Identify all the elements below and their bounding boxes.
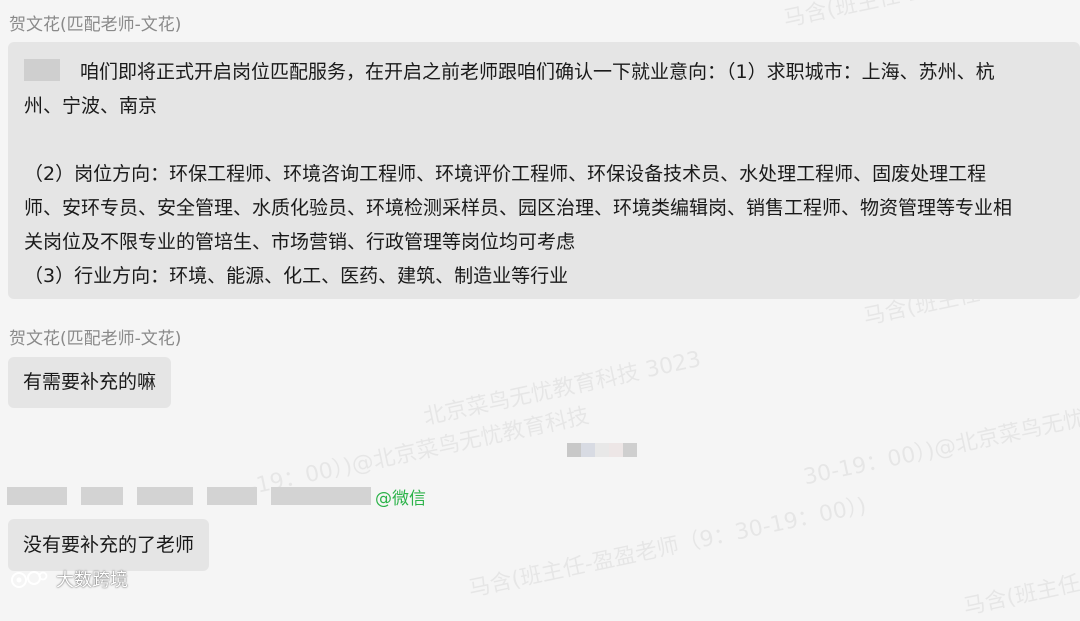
message-bubble[interactable]: 没有要补充的了老师 (8, 519, 210, 571)
message-line: （3）行业方向：环境、能源、化工、医药、建筑、制造业等行业 (24, 265, 569, 287)
source-logo: 大数跨境 (10, 566, 128, 592)
message-sender-name: 贺文花(匹配老师-文花) (9, 15, 182, 35)
redacted-timestamp (567, 443, 637, 457)
watermark: 30-19：00）)@北京菜鸟无忧教育科技 (801, 387, 1080, 491)
message-sender-row: @微信 (7, 485, 426, 509)
message-bubble[interactable]: 有需要补充的嘛 (8, 357, 172, 408)
message-line: 师、安环专员、安全管理、水质化验员、环境检测采样员、园区治理、环境类编辑岗、销售… (24, 197, 1013, 219)
redacted-sender-name (271, 487, 371, 505)
logo-text: 大数跨境 (56, 570, 128, 591)
watermark: 马含(班主任-盈盈老师（9：30-19：00）) (466, 493, 869, 603)
watermark: 马含(班主任-盈盈老师 (780, 0, 996, 33)
watermark: 北京菜鸟无忧教育科技 3023 (421, 347, 704, 431)
redacted-sender-name (207, 487, 257, 505)
redacted-sender-name (81, 487, 123, 505)
weibo-eye-icon (11, 571, 48, 588)
message-line: 州、宁波、南京 (24, 95, 158, 117)
message-line: 关岗位及不限专业的管培生、市场营销、行政管理等岗位均可考虑 (24, 231, 576, 253)
redacted-sender-name (7, 487, 67, 505)
redacted-avatar-placeholder (24, 58, 60, 81)
message-bubble[interactable]: 咱们即将正式开启岗位匹配服务，在开启之前老师跟咱们确认一下就业意向：（1）求职城… (8, 42, 1080, 299)
message-text: 咱们即将正式开启岗位匹配服务，在开启之前老师跟咱们确认一下就业意向：（1）求职城… (80, 61, 995, 83)
redacted-sender-name (137, 487, 193, 505)
message-line: （2）岗位方向：环保工程师、环境咨询工程师、环境评价工程师、环保设备技术员、水处… (24, 163, 987, 185)
message-line: 咱们即将正式开启岗位匹配服务，在开启之前老师跟咱们确认一下就业意向：（1）求职城… (24, 55, 1070, 89)
message-text: 没有要补充的了老师 (23, 534, 195, 556)
chat-window: 马含(班主任-盈盈老师 北京菜鸟无忧教育科技 3023 -19：00）)@北京菜… (0, 0, 1080, 620)
wechat-source-tag: @微信 (375, 488, 426, 509)
message-sender-name: 贺文花(匹配老师-文花) (9, 329, 182, 349)
watermark: 马含(班主任- (961, 569, 1080, 621)
message-text: 有需要补充的嘛 (23, 371, 157, 393)
